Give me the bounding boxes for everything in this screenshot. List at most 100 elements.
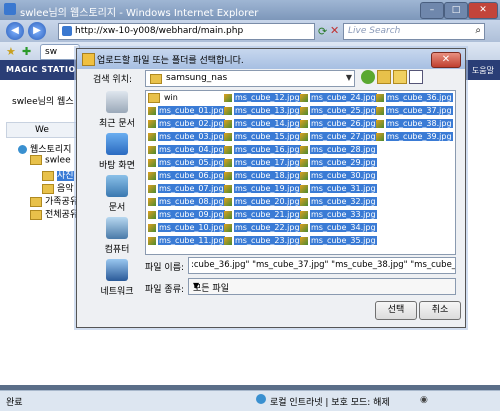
file-item[interactable]: ms_cube_31.jpg [300,183,377,194]
file-item[interactable]: ms_cube_37.jpg [376,105,453,116]
computer-icon [106,217,128,239]
file-item[interactable]: ms_cube_23.jpg [224,235,301,246]
status-bar: 완료 로컬 인트라넷 | 보호 모드: 해제 ◉ [0,390,500,411]
file-item[interactable]: ms_cube_15.jpg [224,131,301,142]
back-folder-icon[interactable] [361,70,375,84]
tree-item-swlee[interactable]: swlee [30,155,71,166]
file-name: ms_cube_10.jpg [158,223,225,232]
file-item[interactable]: ms_cube_17.jpg [224,157,301,168]
file-item[interactable]: ms_cube_32.jpg [300,196,377,207]
place-computer[interactable]: 컴퓨터 [87,217,147,255]
file-item[interactable]: ms_cube_11.jpg [148,235,225,246]
jpg-file-icon [148,184,156,193]
place-network[interactable]: 네트워크 [87,259,147,297]
tree-item-music[interactable]: 음악 [42,181,74,194]
help-link[interactable]: 도움말 [472,65,494,76]
file-item[interactable]: ms_cube_07.jpg [148,183,225,194]
filetype-label: 파일 종류: [145,285,185,295]
file-item[interactable]: ms_cube_27.jpg [300,131,377,142]
jpg-file-icon [300,145,308,154]
tree-item-family[interactable]: 가족공유 [30,194,78,207]
file-name: ms_cube_32.jpg [310,197,377,206]
back-button[interactable]: ◀ [6,22,24,40]
jpg-file-icon [300,119,308,128]
stop-icon[interactable]: ✕ [330,24,339,37]
jpg-file-icon [148,171,156,180]
place-documents[interactable]: 문서 [87,175,147,213]
filename-input[interactable]: :cube_36.jpg" "ms_cube_37.jpg" "ms_cube_… [188,257,456,274]
file-item[interactable]: ms_cube_24.jpg [300,92,377,103]
folder-item[interactable]: win [148,92,179,103]
file-item[interactable]: ms_cube_35.jpg [300,235,377,246]
file-item[interactable]: ms_cube_14.jpg [224,118,301,129]
file-item[interactable]: ms_cube_21.jpg [224,209,301,220]
forward-button[interactable]: ▶ [28,22,46,40]
file-item[interactable]: ms_cube_30.jpg [300,170,377,181]
new-folder-icon[interactable] [393,70,407,84]
file-name: ms_cube_39.jpg [386,132,453,141]
file-item[interactable]: ms_cube_22.jpg [224,222,301,233]
jpg-file-icon [300,106,308,115]
file-item[interactable]: ms_cube_28.jpg [300,144,377,155]
file-name: ms_cube_34.jpg [310,223,377,232]
view-menu-icon[interactable] [409,70,423,84]
file-item[interactable]: ms_cube_06.jpg [148,170,225,181]
file-name: ms_cube_31.jpg [310,184,377,193]
file-name: ms_cube_05.jpg [158,158,225,167]
lookin-dropdown[interactable]: samsung_nas ▼ [145,70,355,87]
tree-item-root[interactable]: 웹스토리지 [18,142,71,155]
file-item[interactable]: ms_cube_13.jpg [224,105,301,116]
search-input[interactable]: Live Search ⌕ [343,23,485,40]
filetype-select[interactable]: 모든 파일 ▼ [188,278,456,295]
file-item[interactable]: ms_cube_04.jpg [148,144,225,155]
minimize-button[interactable]: – [420,2,444,19]
file-item[interactable]: ms_cube_20.jpg [224,196,301,207]
jpg-file-icon [376,132,384,141]
tree-item-photos[interactable]: 사진 [42,168,74,181]
folder-icon [82,53,95,66]
file-item[interactable]: ms_cube_16.jpg [224,144,301,155]
dialog-close-button[interactable]: ✕ [431,52,461,68]
file-name: ms_cube_17.jpg [234,158,301,167]
file-list[interactable]: win ms_cube_01.jpg ms_cube_02.jpg ms_cube_0… [145,90,456,255]
address-field[interactable]: http://xw-10-y008/webhard/main.php [58,23,315,40]
file-item[interactable]: ms_cube_26.jpg [300,118,377,129]
file-item[interactable]: ms_cube_12.jpg [224,92,301,103]
file-item[interactable]: ms_cube_01.jpg [148,105,225,116]
file-item[interactable]: ms_cube_29.jpg [300,157,377,168]
close-button[interactable]: ✕ [468,2,498,19]
file-item[interactable]: ms_cube_38.jpg [376,118,453,129]
file-name: ms_cube_18.jpg [234,171,301,180]
open-button[interactable]: 선택 [375,301,417,320]
maximize-button[interactable]: □ [444,2,468,19]
up-folder-icon[interactable] [377,70,391,84]
file-item[interactable]: ms_cube_10.jpg [148,222,225,233]
file-item[interactable]: ms_cube_09.jpg [148,209,225,220]
favorites-star-icon[interactable]: ★ [6,45,16,58]
file-item[interactable]: ms_cube_25.jpg [300,105,377,116]
search-icon[interactable]: ⌕ [475,25,481,36]
jpg-file-icon [224,119,232,128]
tree-item-all[interactable]: 전체공유 [30,207,78,220]
file-item[interactable]: ms_cube_36.jpg [376,92,453,103]
file-item[interactable]: ms_cube_34.jpg [300,222,377,233]
place-desktop[interactable]: 바탕 화면 [87,133,147,171]
add-favorites-icon[interactable]: ✚ [22,45,31,58]
file-item[interactable]: ms_cube_02.jpg [148,118,225,129]
tab-webhard[interactable]: sw [40,44,80,60]
file-item[interactable]: ms_cube_18.jpg [224,170,301,181]
file-name: ms_cube_28.jpg [310,145,377,154]
place-recent[interactable]: 최근 문서 [87,91,147,129]
file-item[interactable]: ms_cube_03.jpg [148,131,225,142]
jpg-file-icon [148,197,156,206]
address-toolbar: ◀ ▶ http://xw-10-y008/webhard/main.php ⟳… [0,20,500,42]
zoom-indicator[interactable]: ◉ [420,395,428,405]
file-item[interactable]: ms_cube_05.jpg [148,157,225,168]
file-item[interactable]: ms_cube_33.jpg [300,209,377,220]
cancel-button[interactable]: 취소 [419,301,461,320]
file-item[interactable]: ms_cube_39.jpg [376,131,453,142]
file-item[interactable]: ms_cube_19.jpg [224,183,301,194]
ie-icon [4,3,16,15]
refresh-icon[interactable]: ⟳ [318,25,327,38]
file-item[interactable]: ms_cube_08.jpg [148,196,225,207]
